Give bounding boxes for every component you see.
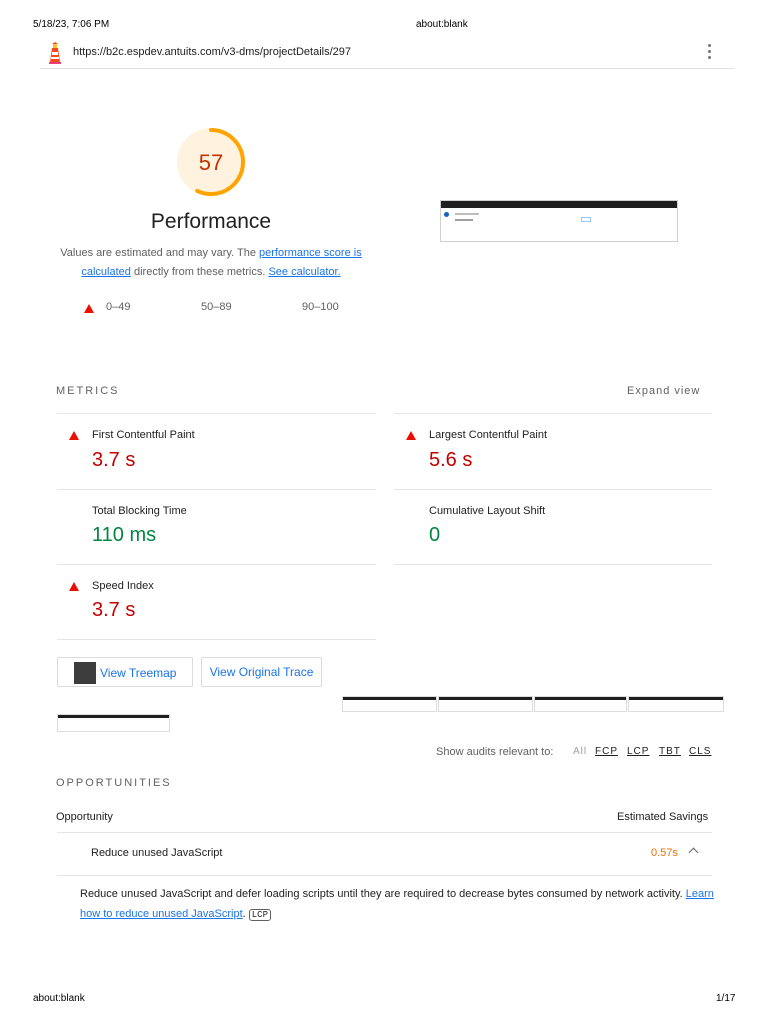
print-title: about:blank xyxy=(416,19,468,30)
metric-value-lcp: 5.6 s xyxy=(429,449,473,471)
filmstrip-frame xyxy=(57,714,170,732)
divider xyxy=(57,875,712,876)
view-trace-label: View Original Trace xyxy=(209,665,314,679)
divider xyxy=(57,564,376,565)
legend-average-range: 50–89 xyxy=(201,301,232,313)
filter-chip-all[interactable]: All xyxy=(573,746,587,757)
filmstrip-frame xyxy=(438,696,533,712)
screenshot-button xyxy=(581,217,591,222)
legend-fail-range: 0–49 xyxy=(106,301,131,313)
url-text[interactable]: https://b2c.espdev.antuits.com/v3-dms/pr… xyxy=(73,46,351,58)
metric-label-tbt: Total Blocking Time xyxy=(92,505,187,517)
treemap-icon xyxy=(74,662,96,684)
filmstrip-frame xyxy=(534,696,627,712)
opportunities-title: OPPORTUNITIES xyxy=(56,777,172,789)
legend-pass-range: 90–100 xyxy=(302,301,339,313)
metric-value-tbt: 110 ms xyxy=(92,524,157,546)
metric-value-fcp: 3.7 s xyxy=(92,449,136,471)
fail-triangle-icon xyxy=(406,431,416,440)
screenshot-line xyxy=(455,213,479,215)
divider xyxy=(394,413,712,414)
description-text-middle: directly from these metrics. xyxy=(130,266,269,278)
divider xyxy=(394,564,712,565)
screenshot-line xyxy=(455,219,473,221)
view-treemap-button[interactable]: View Treemap xyxy=(57,657,193,687)
divider xyxy=(394,489,712,490)
metric-value-si: 3.7 s xyxy=(92,599,136,621)
filter-chip-lcp[interactable]: LCP xyxy=(627,746,649,757)
print-footer-left: about:blank xyxy=(33,993,85,1004)
divider xyxy=(57,489,376,490)
filmstrip-frame xyxy=(342,696,437,712)
view-treemap-label: View Treemap xyxy=(100,666,177,680)
screenshot-dot xyxy=(444,212,449,217)
filmstrip xyxy=(57,696,724,736)
audit-description: Reduce unused JavaScript and defer loadi… xyxy=(80,884,720,925)
filter-chip-cls[interactable]: CLS xyxy=(689,746,711,757)
expand-view-toggle[interactable]: Expand view xyxy=(627,385,700,397)
metric-value-cls: 0 xyxy=(429,524,441,546)
filter-chip-fcp[interactable]: FCP xyxy=(595,746,618,757)
performance-title: Performance xyxy=(150,210,272,233)
fail-triangle-icon xyxy=(69,582,79,591)
estimated-savings-header: Estimated Savings xyxy=(617,811,709,823)
audit-savings: 0.57s xyxy=(651,847,678,859)
metric-label-lcp: Largest Contentful Paint xyxy=(429,429,548,441)
print-footer-page: 1/17 xyxy=(716,993,736,1004)
opportunity-column-header: Opportunity xyxy=(56,811,113,823)
screenshot-topbar xyxy=(441,201,677,208)
filter-chip-tbt[interactable]: TBT xyxy=(659,746,681,757)
metric-label-cls: Cumulative Layout Shift xyxy=(429,505,546,517)
final-screenshot[interactable] xyxy=(440,200,678,242)
fail-triangle-icon xyxy=(84,304,94,313)
chevron-up-icon[interactable] xyxy=(688,847,699,858)
filmstrip-frame xyxy=(628,696,724,712)
metric-label-si: Speed Index xyxy=(92,580,154,592)
metric-label-fcp: First Contentful Paint xyxy=(92,429,195,441)
divider xyxy=(57,832,712,833)
description-text: Values are estimated and may vary. The xyxy=(60,247,259,259)
metrics-title: METRICS xyxy=(56,385,120,397)
audit-description-end: . xyxy=(242,908,246,920)
audit-filter-label: Show audits relevant to: xyxy=(436,746,554,758)
print-datetime: 5/18/23, 7:06 PM xyxy=(33,19,110,30)
performance-score: 57 xyxy=(198,150,224,175)
audit-description-text: Reduce unused JavaScript and defer loadi… xyxy=(80,888,686,900)
lighthouse-icon xyxy=(47,42,63,64)
divider xyxy=(57,413,376,414)
lcp-tag: LCP xyxy=(248,909,271,921)
calculator-link[interactable]: See calculator. xyxy=(268,266,340,278)
kebab-menu-icon[interactable] xyxy=(704,44,714,62)
audit-title[interactable]: Reduce unused JavaScript xyxy=(91,847,222,859)
performance-description: Values are estimated and may vary. The p… xyxy=(56,244,366,282)
fail-triangle-icon xyxy=(69,431,79,440)
divider xyxy=(57,639,376,640)
view-original-trace-button[interactable]: View Original Trace xyxy=(201,657,322,687)
